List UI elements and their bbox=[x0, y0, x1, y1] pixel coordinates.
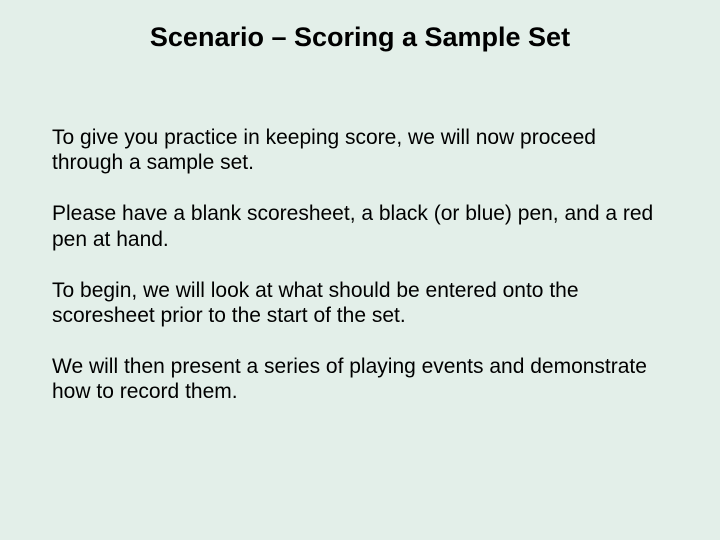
slide-body: To give you practice in keeping score, w… bbox=[0, 125, 720, 405]
slide-title: Scenario – Scoring a Sample Set bbox=[0, 0, 720, 53]
paragraph: To give you practice in keeping score, w… bbox=[52, 125, 668, 175]
paragraph: Please have a blank scoresheet, a black … bbox=[52, 201, 668, 251]
paragraph: We will then present a series of playing… bbox=[52, 354, 668, 404]
paragraph: To begin, we will look at what should be… bbox=[52, 278, 668, 328]
slide: Scenario – Scoring a Sample Set To give … bbox=[0, 0, 720, 540]
